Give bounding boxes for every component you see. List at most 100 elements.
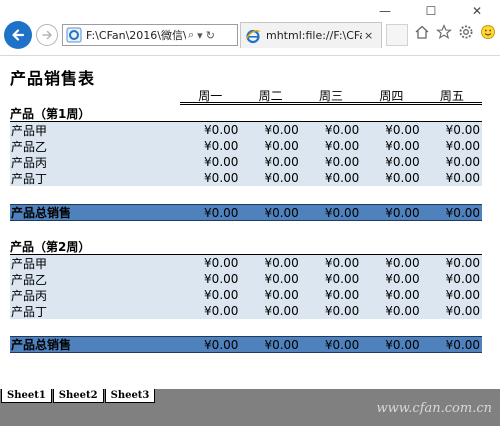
product-label: 产品甲	[11, 123, 48, 138]
sales-cell: ¥0.00	[385, 272, 420, 286]
sales-cell: ¥0.00	[324, 256, 360, 270]
week-section-title: 产品（第1周）	[10, 107, 91, 121]
sales-cell: ¥0.00	[264, 155, 299, 169]
page-favicon-icon	[66, 27, 82, 43]
week-section-title: 产品（第2周）	[10, 240, 91, 254]
report-title: 产品销售表	[10, 69, 96, 88]
product-label: 产品乙	[11, 272, 48, 287]
product-label: 产品丁	[11, 304, 48, 319]
sales-cell: ¥0.00	[385, 171, 420, 185]
refresh-icon[interactable]: ↻	[206, 29, 215, 42]
browser-chrome: — ☐ ✕ F:\CFan\2016\微信\0C ⌕ ▾ ↻ mhtml:fil	[0, 0, 500, 56]
total-cell: ¥0.00	[324, 205, 360, 220]
spreadsheet-content: 产品销售表 周一 周二 周三 周四 周五 产品（第1周） 产品甲 ¥0.00 ¥…	[0, 57, 500, 389]
day-header: 周五	[439, 89, 464, 103]
sales-cell: ¥0.00	[385, 288, 420, 302]
total-cell: ¥0.00	[385, 205, 420, 220]
sales-cell: ¥0.00	[385, 304, 420, 318]
table-row: 产品丁 ¥0.00 ¥0.00 ¥0.00 ¥0.00 ¥0.00	[10, 170, 482, 186]
sales-cell: ¥0.00	[324, 155, 360, 169]
product-label: 产品丁	[11, 171, 48, 186]
product-label: 产品甲	[11, 256, 48, 271]
address-text[interactable]: F:\CFan\2016\微信\0C	[86, 27, 186, 43]
sales-cell: ¥0.00	[264, 288, 299, 302]
sales-cell: ¥0.00	[264, 304, 299, 318]
total-cell: ¥0.00	[204, 337, 239, 352]
sales-cell: ¥0.00	[204, 288, 239, 302]
table-row: 产品丙 ¥0.00 ¥0.00 ¥0.00 ¥0.00 ¥0.00	[10, 154, 482, 170]
sales-cell: ¥0.00	[324, 288, 360, 302]
table-row: 产品丁 ¥0.00 ¥0.00 ¥0.00 ¥0.00 ¥0.00	[10, 303, 482, 319]
total-cell: ¥0.00	[445, 205, 481, 220]
sheet-tabs: Sheet1 Sheet2 Sheet3	[1, 389, 156, 403]
favorites-star-icon[interactable]	[436, 24, 452, 40]
sales-cell: ¥0.00	[385, 123, 420, 137]
table-row: 产品甲 ¥0.00 ¥0.00 ¥0.00 ¥0.00 ¥0.00	[10, 122, 482, 138]
sales-cell: ¥0.00	[204, 256, 239, 270]
address-tools: ⌕ ▾ ↻	[188, 28, 215, 42]
watermark: www.cfan.com.cn	[376, 401, 492, 416]
total-cell: ¥0.00	[324, 337, 360, 352]
sheet-tab-2[interactable]: Sheet2	[52, 389, 104, 403]
arrow-left-icon	[12, 29, 25, 41]
arrow-right-icon	[42, 30, 52, 40]
dropdown-icon[interactable]: ▾	[197, 29, 203, 42]
day-header-row: 周一 周二 周三 周四 周五	[180, 89, 482, 105]
sheet-tab-1[interactable]: Sheet1	[1, 389, 52, 403]
sales-cell: ¥0.00	[445, 139, 481, 153]
home-icon[interactable]	[414, 24, 430, 40]
forward-button[interactable]	[36, 24, 58, 46]
sales-cell: ¥0.00	[445, 272, 481, 286]
sales-cell: ¥0.00	[264, 256, 299, 270]
sales-cell: ¥0.00	[264, 123, 299, 137]
product-label: 产品丙	[11, 288, 48, 303]
sales-cell: ¥0.00	[445, 288, 481, 302]
toolbar-icons	[414, 24, 496, 40]
week-2-total-row: 产品总销售 ¥0.00 ¥0.00 ¥0.00 ¥0.00 ¥0.00	[10, 336, 482, 353]
sheet-tab-3[interactable]: Sheet3	[104, 389, 156, 403]
minimize-button[interactable]: —	[362, 0, 408, 22]
total-label: 产品总销售	[11, 206, 72, 220]
search-icon[interactable]: ⌕	[188, 28, 194, 42]
sales-cell: ¥0.00	[445, 256, 481, 270]
total-label: 产品总销售	[11, 338, 72, 352]
sales-cell: ¥0.00	[324, 304, 360, 318]
sales-cell: ¥0.00	[324, 139, 360, 153]
sales-cell: ¥0.00	[445, 155, 481, 169]
sales-cell: ¥0.00	[385, 256, 420, 270]
settings-gear-icon[interactable]	[458, 24, 474, 40]
day-header: 周一	[198, 89, 223, 103]
maximize-button[interactable]: ☐	[408, 0, 454, 22]
table-row: 产品甲 ¥0.00 ¥0.00 ¥0.00 ¥0.00 ¥0.00	[10, 255, 482, 271]
sales-cell: ¥0.00	[385, 139, 420, 153]
browser-tab[interactable]: mhtml:file://F:\CFan\... ×	[240, 22, 382, 48]
smiley-feedback-icon[interactable]	[480, 24, 496, 40]
tab-close-icon[interactable]: ×	[364, 29, 373, 42]
total-cell: ¥0.00	[445, 337, 481, 352]
table-row: 产品乙 ¥0.00 ¥0.00 ¥0.00 ¥0.00 ¥0.00	[10, 271, 482, 287]
day-header: 周四	[379, 89, 404, 103]
close-window-button[interactable]: ✕	[454, 0, 500, 22]
sales-cell: ¥0.00	[445, 123, 481, 137]
total-cell: ¥0.00	[264, 205, 299, 220]
sales-cell: ¥0.00	[445, 304, 481, 318]
sales-cell: ¥0.00	[204, 304, 239, 318]
address-bar[interactable]: F:\CFan\2016\微信\0C ⌕ ▾ ↻	[62, 24, 238, 46]
sales-cell: ¥0.00	[204, 155, 239, 169]
sales-cell: ¥0.00	[264, 272, 299, 286]
table-row: 产品乙 ¥0.00 ¥0.00 ¥0.00 ¥0.00 ¥0.00	[10, 138, 482, 154]
sales-cell: ¥0.00	[264, 171, 299, 185]
sales-cell: ¥0.00	[324, 171, 360, 185]
sales-cell: ¥0.00	[204, 123, 239, 137]
back-button[interactable]	[4, 21, 32, 49]
ie-icon	[245, 29, 261, 43]
sales-cell: ¥0.00	[204, 171, 239, 185]
total-cell: ¥0.00	[264, 337, 299, 352]
new-tab-button[interactable]	[386, 24, 408, 46]
product-label: 产品丙	[11, 155, 48, 170]
sales-cell: ¥0.00	[204, 139, 239, 153]
sales-cell: ¥0.00	[264, 139, 299, 153]
sales-cell: ¥0.00	[324, 123, 360, 137]
day-header: 周二	[258, 89, 283, 103]
week-1-data-block: 产品甲 ¥0.00 ¥0.00 ¥0.00 ¥0.00 ¥0.00 产品乙 ¥0…	[10, 122, 482, 186]
